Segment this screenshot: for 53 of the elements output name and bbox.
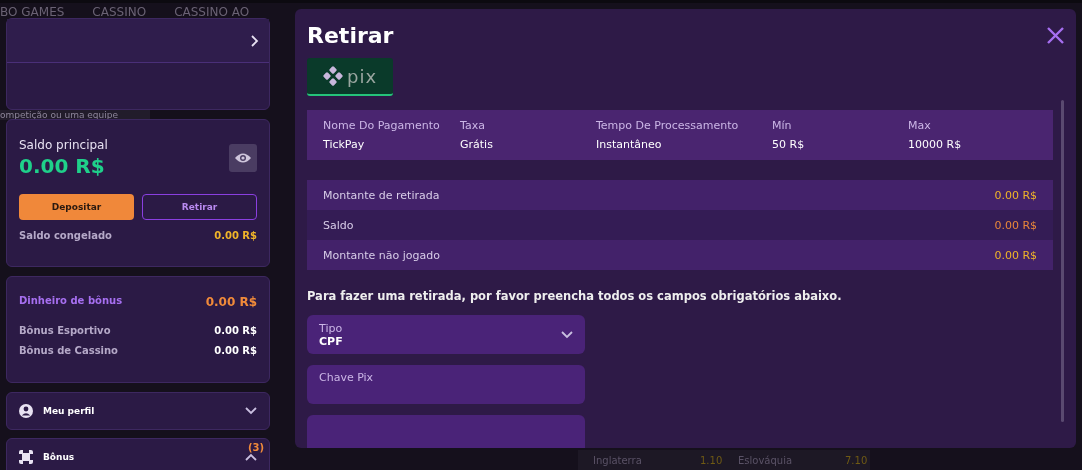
search-placeholder: ompetição ou uma equipe — [0, 110, 118, 120]
payment-method-tile[interactable]: pix — [307, 58, 393, 96]
column-header: Tempo De Processamento — [596, 119, 740, 132]
nav-link[interactable]: CASSINO AO — [174, 5, 250, 19]
amount-value: 0.00 R$ — [994, 218, 1038, 232]
amount-label: Saldo — [323, 218, 354, 232]
info-value: Instantâneo — [596, 138, 663, 151]
scrollbar[interactable] — [1061, 100, 1064, 422]
gift-icon — [19, 450, 33, 464]
bonus-value: 0.00 R$ — [214, 345, 257, 356]
chevron-right-icon[interactable] — [251, 34, 259, 47]
balance-amount: 0.00 R$ — [19, 154, 106, 178]
column-header: Mín — [772, 119, 793, 132]
dialog-title: Retirar — [307, 23, 394, 48]
nav-link[interactable]: BO GAMES — [0, 5, 65, 19]
column-header: Taxa — [460, 119, 486, 132]
bonus-label: Bônus Esportivo — [19, 325, 111, 336]
frozen-balance-value: 0.00 R$ — [214, 230, 257, 241]
instruction-text: Para fazer uma retirada, por favor preencha todos os campos obrigatórios abaixo. — [307, 289, 843, 303]
bonus-money-label: Dinheiro de bônus — [19, 295, 123, 308]
frozen-balance-label: Saldo congelado — [19, 230, 112, 241]
amount-value: 0.00 R$ — [994, 188, 1038, 202]
bonus-label: Bônus de Cassino — [19, 345, 118, 356]
input-field[interactable] — [307, 415, 585, 448]
chevron-down-icon — [561, 330, 573, 339]
user-icon — [19, 404, 33, 418]
odds-value[interactable]: 1.10 — [700, 454, 723, 466]
amount-label: Montante não jogado — [323, 248, 440, 262]
column-header: Nome Do Pagamento — [323, 119, 441, 132]
info-value: 50 R$ — [772, 138, 806, 151]
close-icon[interactable] — [1047, 27, 1064, 44]
info-value: Grátis — [460, 138, 494, 151]
team-name: Eslováquia — [738, 454, 793, 466]
input-field[interactable]: Chave Pix — [307, 365, 585, 404]
menu-item[interactable]: Meu perfil — [6, 392, 270, 430]
info-value: TickPay — [323, 138, 366, 151]
nav-link[interactable]: CASSINO — [92, 5, 147, 19]
amount-value: 0.00 R$ — [994, 248, 1038, 262]
bonus-value: 0.00 R$ — [214, 325, 257, 336]
diamond-icon — [322, 66, 343, 86]
amount-label: Montante de retirada — [323, 188, 440, 202]
eye-icon[interactable] — [229, 144, 257, 172]
info-value: 10000 R$ — [908, 138, 963, 151]
type-select[interactable]: Tipo CPF — [307, 315, 585, 354]
menu-item[interactable]: Bônus (3) — [6, 438, 270, 470]
team-name: Inglaterra — [593, 454, 642, 466]
withdraw-button[interactable]: Retirar — [142, 194, 257, 220]
deposit-button[interactable]: Depositar — [19, 194, 134, 220]
count-label: (3) — [247, 442, 264, 453]
balance-label: Saldo principal — [19, 138, 108, 152]
column-header: Max — [908, 119, 932, 132]
odds-value[interactable]: 7.10 — [845, 454, 868, 466]
bonus-money-value: 0.00 R$ — [205, 295, 257, 309]
